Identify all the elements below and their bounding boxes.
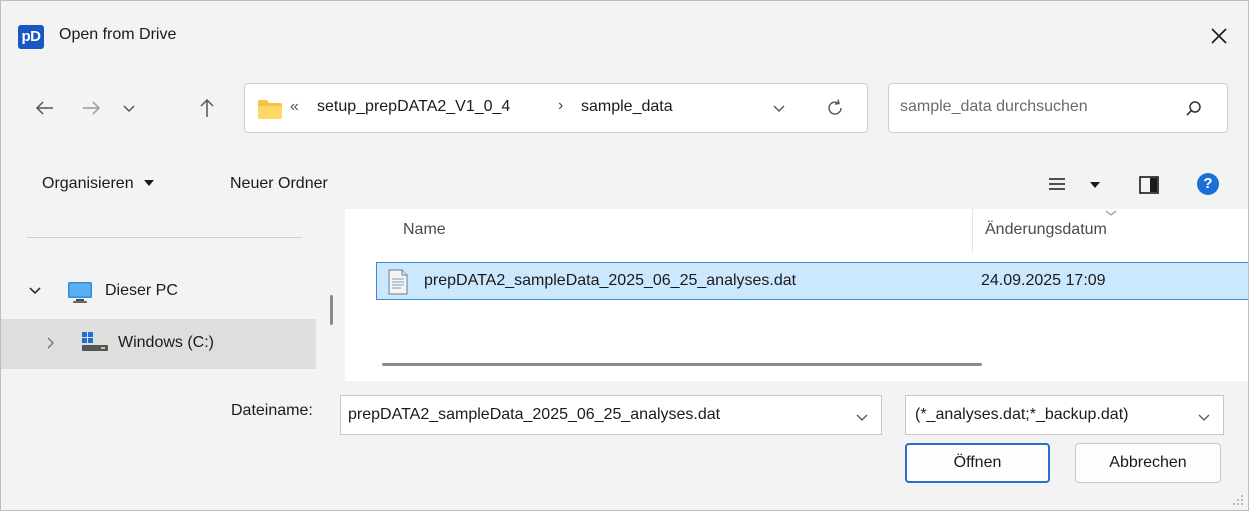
chevron-down-icon[interactable] [1195, 408, 1213, 426]
search-icon[interactable] [1183, 98, 1205, 120]
navigation-pane: Dieser PC Windows (C:) [1, 209, 345, 381]
column-header-name[interactable]: Name [403, 221, 446, 239]
tree-item-this-pc[interactable]: Dieser PC [1, 267, 316, 317]
window-title: Open from Drive [59, 26, 177, 43]
search-field[interactable]: sample_data durchsuchen [888, 83, 1228, 133]
sort-indicator-icon [1105, 210, 1117, 216]
app-logo-icon: pD [18, 25, 44, 49]
open-file-dialog: pD Open from Drive « setup_prepDATA2_V1_… [0, 0, 1249, 511]
chevron-down-icon [123, 105, 135, 113]
arrow-right-icon [83, 101, 101, 115]
column-separator[interactable] [972, 209, 973, 253]
column-header-modified[interactable]: Änderungsdatum [985, 221, 1107, 239]
drive-icon [82, 332, 108, 351]
help-icon[interactable]: ? [1197, 173, 1219, 195]
view-caret-icon[interactable] [1088, 180, 1102, 190]
chevron-down-icon[interactable] [853, 408, 871, 426]
horizontal-scrollbar[interactable] [382, 363, 982, 366]
chevron-down-icon[interactable] [27, 283, 43, 299]
arrow-up-icon [200, 98, 214, 117]
cancel-button[interactable]: Abbrechen [1075, 443, 1221, 483]
dialog-footer: Dateiname: prepDATA2_sampleData_2025_06_… [1, 381, 1248, 510]
close-button[interactable] [1204, 21, 1234, 51]
forward-button[interactable] [78, 95, 104, 121]
title-bar: pD Open from Drive [1, 1, 1248, 69]
chevron-right-icon[interactable] [43, 335, 59, 351]
filename-label: Dateiname: [231, 402, 313, 419]
tree-item-label: Windows (C:) [118, 334, 215, 351]
search-placeholder: sample_data durchsuchen [900, 98, 1088, 115]
tree-item-label: Dieser PC [105, 282, 178, 299]
organize-button[interactable]: Organisieren [42, 175, 156, 193]
file-name: prepDATA2_sampleData_2025_06_25_analyses… [424, 272, 797, 289]
file-list: Name Änderungsdatum prepDATA2_sampleData… [345, 209, 1248, 381]
open-button[interactable]: Öffnen [905, 443, 1050, 483]
file-type-value: (*_analyses.dat;*_backup.dat) [915, 406, 1129, 423]
breadcrumb-item-sample-data[interactable]: sample_data [581, 98, 673, 116]
breadcrumb-overflow[interactable]: « [290, 98, 299, 116]
text-file-icon [388, 269, 408, 295]
tree-item-windows-drive[interactable]: Windows (C:) [1, 319, 316, 369]
view-options-icon[interactable] [1046, 175, 1068, 193]
file-modified-date: 24.09.2025 17:09 [981, 272, 1106, 289]
command-bar: Organisieren Neuer Ordner ? [1, 151, 1248, 209]
back-button[interactable] [32, 95, 58, 121]
filename-input[interactable]: prepDATA2_sampleData_2025_06_25_analyses… [348, 406, 720, 424]
navigation-bar: « setup_prepDATA2_V1_0_4 › sample_data s… [1, 69, 1248, 151]
up-button[interactable] [194, 95, 220, 121]
file-row[interactable]: prepDATA2_sampleData_2025_06_25_analyses… [376, 262, 1248, 300]
folder-icon [258, 100, 282, 119]
refresh-icon[interactable] [823, 96, 847, 120]
file-type-select[interactable]: (*_analyses.dat;*_backup.dat) [905, 395, 1224, 435]
organize-label: Organisieren [42, 175, 134, 192]
caret-down-icon [144, 180, 155, 186]
navigation-scrollbar[interactable] [330, 295, 333, 325]
monitor-icon [68, 282, 92, 303]
navigation-divider [27, 237, 302, 238]
breadcrumb-item-setup[interactable]: setup_prepDATA2_V1_0_4 [317, 98, 510, 116]
new-folder-button[interactable]: Neuer Ordner [230, 175, 328, 193]
preview-pane-icon[interactable] [1138, 175, 1160, 195]
close-icon [1211, 28, 1227, 44]
address-bar[interactable]: « setup_prepDATA2_V1_0_4 › sample_data [244, 83, 868, 133]
address-history-dropdown-icon[interactable] [769, 98, 789, 118]
filename-combobox[interactable]: prepDATA2_sampleData_2025_06_25_analyses… [340, 395, 882, 435]
resize-grip-icon[interactable] [1232, 494, 1244, 506]
arrow-left-icon [35, 101, 53, 115]
breadcrumb-separator: › [558, 97, 564, 114]
recent-locations-button[interactable] [116, 95, 142, 121]
